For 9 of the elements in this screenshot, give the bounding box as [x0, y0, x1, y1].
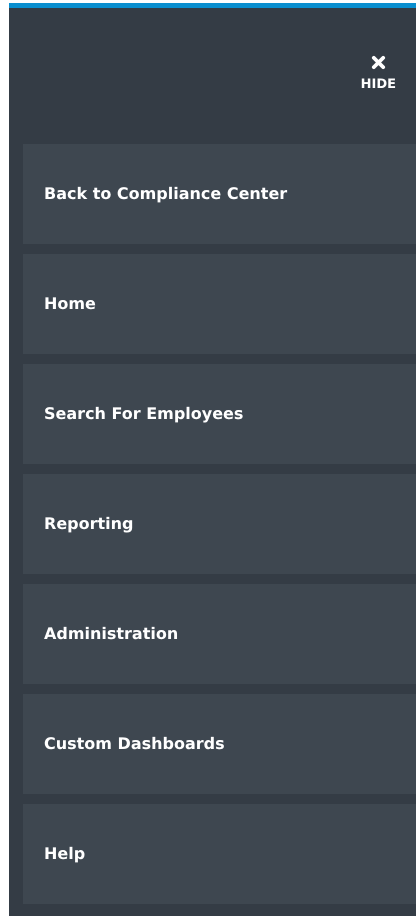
menu-item[interactable]: Help [23, 804, 416, 904]
hide-button[interactable]: HIDE [360, 55, 396, 91]
menu-item[interactable]: Home [23, 254, 416, 354]
menu-item[interactable]: Reporting [23, 474, 416, 574]
close-icon [370, 55, 386, 70]
menu-item[interactable]: Search For Employees [23, 364, 416, 464]
menu-item[interactable]: Administration [23, 584, 416, 684]
menu-item[interactable]: Back to Compliance Center [23, 144, 416, 244]
menu-item[interactable]: Custom Dashboards [23, 694, 416, 794]
